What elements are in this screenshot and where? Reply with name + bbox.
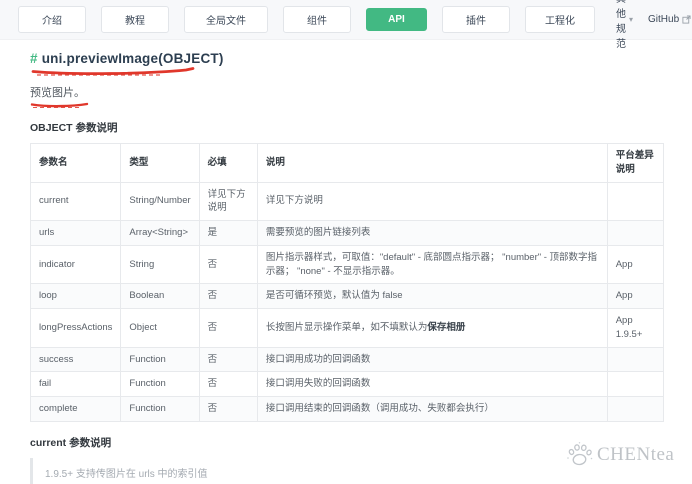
cell-required: 否 (198, 396, 258, 422)
page-subtitle: 预览图片。 (30, 87, 85, 99)
object-params-heading: OBJECT 参数说明 (30, 122, 118, 134)
version-note-blockquote: 1.9.5+ 支持传图片在 urls 中的索引值 (30, 457, 664, 484)
cell-desc: 图片指示器样式，可取值："default" - 底部圆点指示器； "number… (256, 244, 608, 285)
nav-tab-engineering[interactable]: 工程化 (525, 6, 595, 33)
column-header-platform: 平台差异说明 (606, 143, 665, 183)
cell-name: current (29, 181, 122, 222)
nav-tab-plugins[interactable]: 插件 (442, 6, 510, 33)
cell-required: 否 (198, 244, 258, 285)
nav-tab-tutorial[interactable]: 教程 (101, 6, 169, 33)
table-row-indicator: indicator String 否 图片指示器样式，可取值："default"… (29, 244, 665, 285)
nav-tab-components[interactable]: 组件 (283, 6, 351, 33)
external-link-icon (682, 15, 691, 24)
cell-type: Object (120, 308, 200, 348)
page-title-text: uni.previewImage(OBJECT) (41, 51, 224, 66)
cell-platform: App (606, 283, 665, 310)
cell-type: Boolean (120, 283, 200, 310)
cell-platform: App 1.9.5+ (606, 308, 665, 348)
cell-name: indicator (29, 244, 122, 285)
cell-required: 否 (198, 308, 258, 348)
cell-platform (606, 371, 665, 398)
column-header-name: 参数名 (29, 143, 122, 183)
cell-desc: 是否可循环预览，默认值为 false (256, 283, 608, 310)
cell-desc: 接口调用结束的回调函数（调用成功、失败都会执行） (256, 396, 608, 422)
cell-desc-text: 长按图片显示操作菜单，如不填默认为 (265, 322, 428, 333)
table-row-loop: loop Boolean 否 是否可循环预览，默认值为 false App (29, 283, 665, 310)
nav-link-github[interactable]: GitHub (648, 14, 691, 25)
table-row-current: current String/Number 详见下方说明 详见下方说明 (29, 181, 665, 222)
cell-required: 否 (198, 283, 258, 310)
nav-tab-api[interactable]: API (366, 8, 427, 31)
red-underline-annotation-title (31, 67, 195, 76)
nav-tab-global-files[interactable]: 全局文件 (184, 6, 268, 33)
cell-name: longPressActions (29, 308, 122, 348)
cell-platform (606, 346, 665, 373)
cell-name: complete (29, 396, 122, 422)
cell-platform (606, 181, 665, 222)
cell-desc: 接口调用成功的回调函数 (256, 346, 608, 373)
chevron-down-icon: ▾ (629, 15, 634, 24)
column-header-required: 必填 (198, 143, 258, 183)
cell-required: 是 (198, 220, 258, 246)
cell-required: 否 (198, 346, 258, 373)
cell-name: loop (29, 283, 122, 310)
heading-anchor-link[interactable]: # (30, 51, 38, 66)
cell-platform: App (606, 244, 665, 285)
cell-type: Array<String> (120, 220, 200, 246)
params-table: 参数名 类型 必填 说明 平台差异说明 current String/Numbe… (29, 143, 665, 422)
table-row-fail: fail Function 否 接口调用失败的回调函数 (29, 371, 665, 398)
table-row-complete: complete Function 否 接口调用结束的回调函数（调用成功、失败都… (29, 396, 665, 422)
doc-content: # uni.previewImage(OBJECT) 预览图片。 OBJECT 参… (0, 40, 692, 484)
table-row-longpressactions: longPressActions Object 否 长按图片显示操作菜单，如不填… (29, 308, 665, 348)
table-header-row: 参数名 类型 必填 说明 平台差异说明 (29, 143, 665, 183)
cell-name: fail (29, 371, 122, 398)
cell-desc: 需要预览的图片链接列表 (256, 220, 608, 246)
table-row-success: success Function 否 接口调用成功的回调函数 (29, 346, 665, 373)
cell-type: Function (120, 396, 200, 422)
cell-required: 详见下方说明 (198, 181, 258, 222)
column-header-type: 类型 (120, 143, 200, 183)
table-row-urls: urls Array<String> 是 需要预览的图片链接列表 (29, 220, 665, 246)
cell-desc: 详见下方说明 (256, 181, 608, 222)
cell-type: Function (120, 346, 200, 373)
cell-name: urls (29, 220, 122, 246)
nav-tab-intro[interactable]: 介绍 (18, 6, 86, 33)
github-link-label: GitHub (648, 14, 680, 25)
cell-desc: 长按图片显示操作菜单，如不填默认为保存相册 (256, 308, 608, 348)
column-header-desc: 说明 (256, 143, 608, 183)
cell-type: String/Number (120, 181, 200, 222)
cell-desc-bold: 保存相册 (427, 322, 466, 333)
cell-desc: 接口调用失败的回调函数 (256, 371, 608, 398)
cell-platform (606, 396, 665, 422)
red-underline-annotation-subtitle (30, 102, 89, 109)
top-nav-bar: 介绍 教程 全局文件 组件 API 插件 工程化 其他规范 ▾ GitHub (0, 0, 692, 50)
cell-type: String (120, 244, 200, 285)
page-title: # uni.previewImage(OBJECT) (30, 51, 664, 66)
cell-required: 否 (198, 371, 258, 398)
cell-platform (606, 220, 665, 246)
cell-name: success (29, 346, 122, 373)
cell-type: Function (120, 371, 200, 398)
current-params-heading: current 参数说明 (30, 436, 112, 449)
